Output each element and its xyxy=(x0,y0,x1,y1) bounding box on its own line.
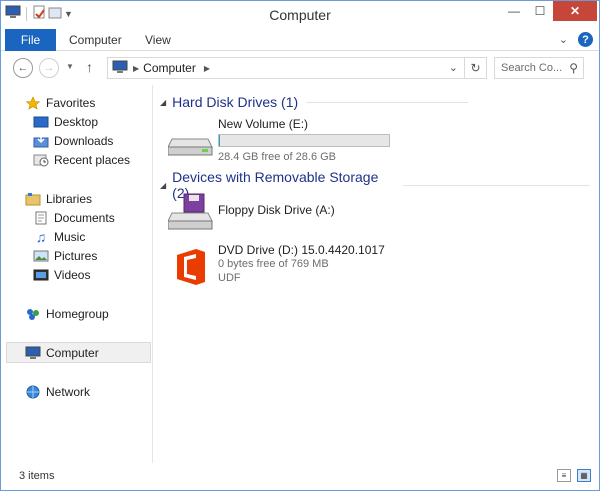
nav-libraries[interactable]: Libraries xyxy=(25,189,92,208)
up-arrow-icon[interactable]: ↑ xyxy=(86,59,93,75)
tab-computer[interactable]: Computer xyxy=(69,29,122,51)
tab-view[interactable]: View xyxy=(145,29,171,51)
explorer-window: ▼ Computer — ☐ ✕ File Computer View ⌄ ? … xyxy=(0,0,600,491)
drive-dvd-free: 0 bytes free of 769 MB xyxy=(218,258,329,270)
hard-disk-drive-icon xyxy=(168,117,214,157)
group-divider xyxy=(306,101,469,103)
recent-locations-icon[interactable]: ▼ xyxy=(66,62,74,71)
nav-pictures[interactable]: Pictures xyxy=(33,246,97,265)
status-bar: 3 items ≡ ▦ xyxy=(1,463,599,490)
storage-usage-fill xyxy=(219,135,221,146)
group-divider xyxy=(403,184,590,186)
navigation-pane: Favorites Desktop Downloads Recent place… xyxy=(1,85,153,463)
large-icons-view-icon[interactable]: ▦ xyxy=(577,469,591,482)
view-toggle-group: ≡ ▦ xyxy=(557,469,591,482)
collapse-triangle-icon[interactable]: ◢ xyxy=(160,181,166,190)
expand-ribbon-icon[interactable]: ⌄ xyxy=(559,33,568,46)
item-count: 3 items xyxy=(19,470,55,482)
nav-homegroup[interactable]: Homegroup xyxy=(25,304,109,323)
nav-videos[interactable]: Videos xyxy=(33,265,90,284)
homegroup-icon xyxy=(25,306,41,322)
storage-usage-bar xyxy=(218,134,390,147)
address-row: ← → ▼ ↑ ▶ Computer ▶ ⌄ ↻ Search Co... ⚲ xyxy=(1,52,599,85)
collapse-triangle-icon[interactable]: ◢ xyxy=(160,98,166,107)
breadcrumb-computer[interactable]: Computer xyxy=(143,61,196,75)
nav-recent-places[interactable]: Recent places xyxy=(33,150,130,169)
nav-desktop-label: Desktop xyxy=(54,114,99,129)
downloads-icon xyxy=(33,133,49,149)
videos-icon xyxy=(33,267,49,283)
group-hard-disk-drives-label: Hard Disk Drives (1) xyxy=(172,94,299,110)
group-hard-disk-drives[interactable]: ◢ Hard Disk Drives (1) xyxy=(160,94,590,110)
title-bar: ▼ Computer — ☐ ✕ xyxy=(1,1,599,29)
network-icon xyxy=(25,384,41,400)
nav-videos-label: Videos xyxy=(54,267,91,282)
nav-favorites-label: Favorites xyxy=(46,95,96,110)
drive-dvd-filesystem: UDF xyxy=(218,272,241,284)
search-icon[interactable]: ⚲ xyxy=(569,61,578,75)
drive-new-volume-free: 28.4 GB free of 28.6 GB xyxy=(218,151,337,163)
computer-icon xyxy=(25,345,41,361)
drive-floppy-a[interactable]: Floppy Disk Drive (A:) xyxy=(168,193,335,233)
search-placeholder: Search Co... xyxy=(501,62,563,74)
help-icon[interactable]: ? xyxy=(578,32,593,47)
drive-new-volume-e[interactable]: New Volume (E:) 28.4 GB free of 28.6 GB xyxy=(168,117,390,164)
nav-network[interactable]: Network xyxy=(25,382,90,401)
computer-location-icon xyxy=(112,60,128,77)
nav-downloads[interactable]: Downloads xyxy=(33,131,113,150)
nav-network-label: Network xyxy=(46,384,91,399)
minimize-button[interactable]: — xyxy=(501,1,527,21)
nav-computer-label: Computer xyxy=(46,345,99,360)
nav-favorites[interactable]: Favorites xyxy=(25,93,95,112)
address-bar[interactable]: ▶ Computer ▶ ⌄ ↻ xyxy=(107,57,487,79)
music-icon: ♫ xyxy=(35,228,47,245)
star-icon xyxy=(25,95,41,111)
back-button[interactable]: ← xyxy=(13,58,33,78)
forward-button[interactable]: → xyxy=(39,58,59,78)
content-pane: ◢ Hard Disk Drives (1) New Volume (E:) 2… xyxy=(154,85,598,463)
refresh-icon[interactable]: ↻ xyxy=(464,58,486,78)
pictures-icon xyxy=(33,248,49,264)
floppy-drive-icon xyxy=(168,193,214,233)
drive-dvd-name: DVD Drive (D:) 15.0.4420.1017 xyxy=(218,243,385,257)
search-input[interactable]: Search Co... ⚲ xyxy=(494,57,584,79)
tab-file[interactable]: File xyxy=(5,29,56,51)
office-logo-icon xyxy=(168,243,214,291)
maximize-button[interactable]: ☐ xyxy=(527,1,553,21)
breadcrumb-chevron-icon[interactable]: ▶ xyxy=(204,64,210,73)
nav-documents[interactable]: Documents xyxy=(33,208,115,227)
drive-dvd-d[interactable]: DVD Drive (D:) 15.0.4420.1017 0 bytes fr… xyxy=(168,243,385,291)
nav-music-label: Music xyxy=(54,229,86,244)
nav-documents-label: Documents xyxy=(54,210,115,225)
window-controls: — ☐ ✕ xyxy=(501,1,597,21)
nav-recent-places-label: Recent places xyxy=(54,152,131,167)
nav-pictures-label: Pictures xyxy=(54,248,98,263)
close-button[interactable]: ✕ xyxy=(553,1,597,21)
ribbon-tabs: File Computer View ⌄ ? xyxy=(1,29,599,51)
ribbon-right-controls: ⌄ ? xyxy=(559,32,593,47)
recent-places-icon xyxy=(33,152,49,168)
nav-desktop[interactable]: Desktop xyxy=(33,112,98,131)
nav-music[interactable]: ♫ Music xyxy=(33,227,86,246)
drive-new-volume-name: New Volume (E:) xyxy=(218,117,309,131)
documents-icon xyxy=(33,210,49,226)
address-dropdown-icon[interactable]: ⌄ xyxy=(449,61,458,74)
libraries-icon xyxy=(25,191,41,207)
nav-homegroup-label: Homegroup xyxy=(46,306,109,321)
breadcrumb-chevron-icon[interactable]: ▶ xyxy=(133,64,139,73)
nav-computer[interactable]: Computer xyxy=(6,342,151,363)
nav-downloads-label: Downloads xyxy=(54,133,114,148)
details-view-icon[interactable]: ≡ xyxy=(557,469,571,482)
drive-floppy-name: Floppy Disk Drive (A:) xyxy=(218,203,335,217)
nav-libraries-label: Libraries xyxy=(46,191,93,206)
desktop-icon xyxy=(33,114,49,130)
